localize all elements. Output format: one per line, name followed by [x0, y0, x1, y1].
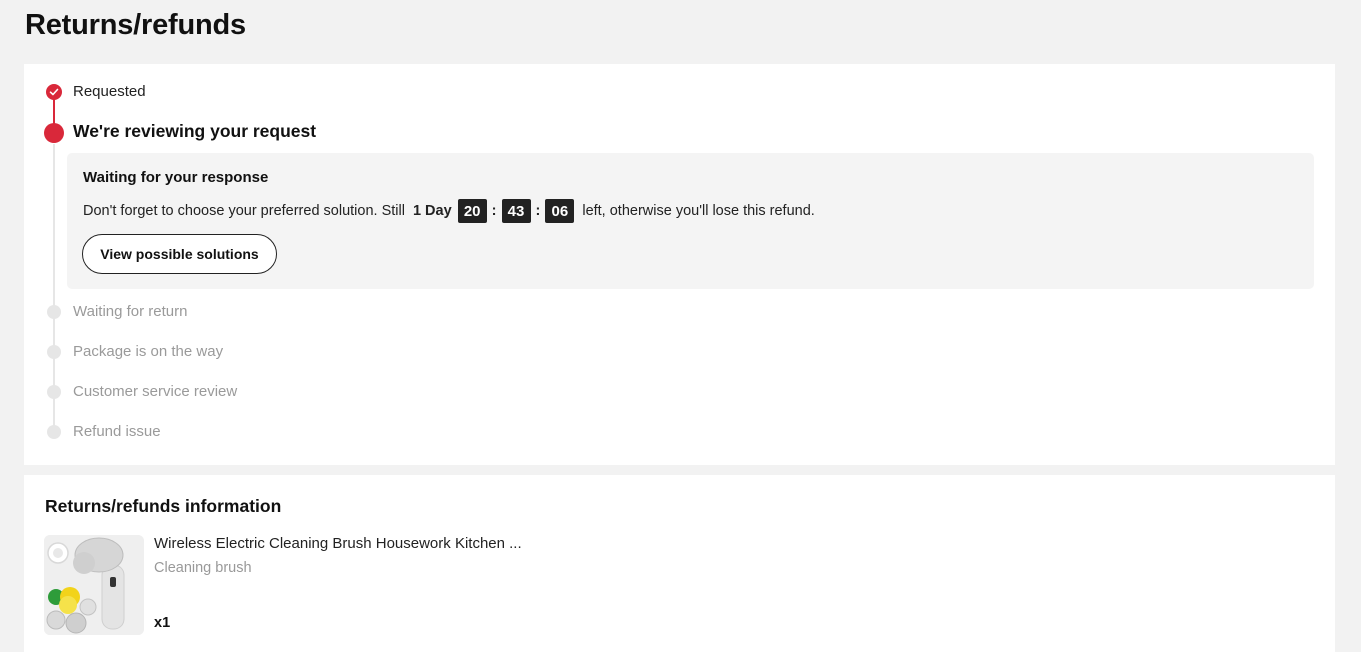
view-solutions-button[interactable]: View possible solutions [82, 234, 277, 274]
countdown-minutes: 43 [501, 199, 531, 223]
pending-step-dot [47, 425, 61, 439]
step-waiting-for-return: Waiting for return [73, 303, 188, 320]
notice-text-after: left, otherwise you'll lose this refund. [582, 203, 815, 219]
step-package-on-the-way: Package is on the way [73, 343, 224, 360]
returns-info-card: Returns/refunds information Wireless Ele… [24, 475, 1335, 652]
notice-text: Don't forget to choose your preferred so… [83, 199, 815, 223]
countdown-days: 1 Day [412, 203, 452, 219]
notice-text-before: Don't forget to choose your preferred so… [83, 203, 405, 219]
product-quantity: x1 [154, 615, 171, 631]
countdown-seconds: 06 [545, 199, 575, 223]
step-requested: Requested [73, 83, 146, 100]
pending-step-dot [47, 385, 61, 399]
step-refund-issue: Refund issue [73, 423, 161, 440]
countdown-hours: 20 [457, 199, 487, 223]
page-title: Returns/refunds [25, 9, 246, 41]
product-image[interactable] [44, 535, 144, 635]
notice-title: Waiting for your response [83, 169, 269, 186]
countdown-separator: : [491, 203, 497, 219]
check-icon [46, 84, 62, 100]
product-name-link[interactable]: Wireless Electric Cleaning Brush Housewo… [154, 535, 522, 552]
product-variant: Cleaning brush [154, 560, 252, 576]
countdown-timer: 1 Day 20 : 43 : 06 [412, 199, 575, 223]
countdown-separator: : [535, 203, 541, 219]
current-step-dot [44, 123, 64, 143]
response-notice: Waiting for your response Don't forget t… [67, 153, 1314, 289]
step-reviewing: We're reviewing your request [73, 121, 317, 141]
pending-step-dot [47, 345, 61, 359]
pending-step-dot [47, 305, 61, 319]
status-timeline-card: Requested We're reviewing your request W… [24, 64, 1335, 465]
step-customer-service-review: Customer service review [73, 383, 238, 400]
info-section-title: Returns/refunds information [45, 496, 282, 516]
